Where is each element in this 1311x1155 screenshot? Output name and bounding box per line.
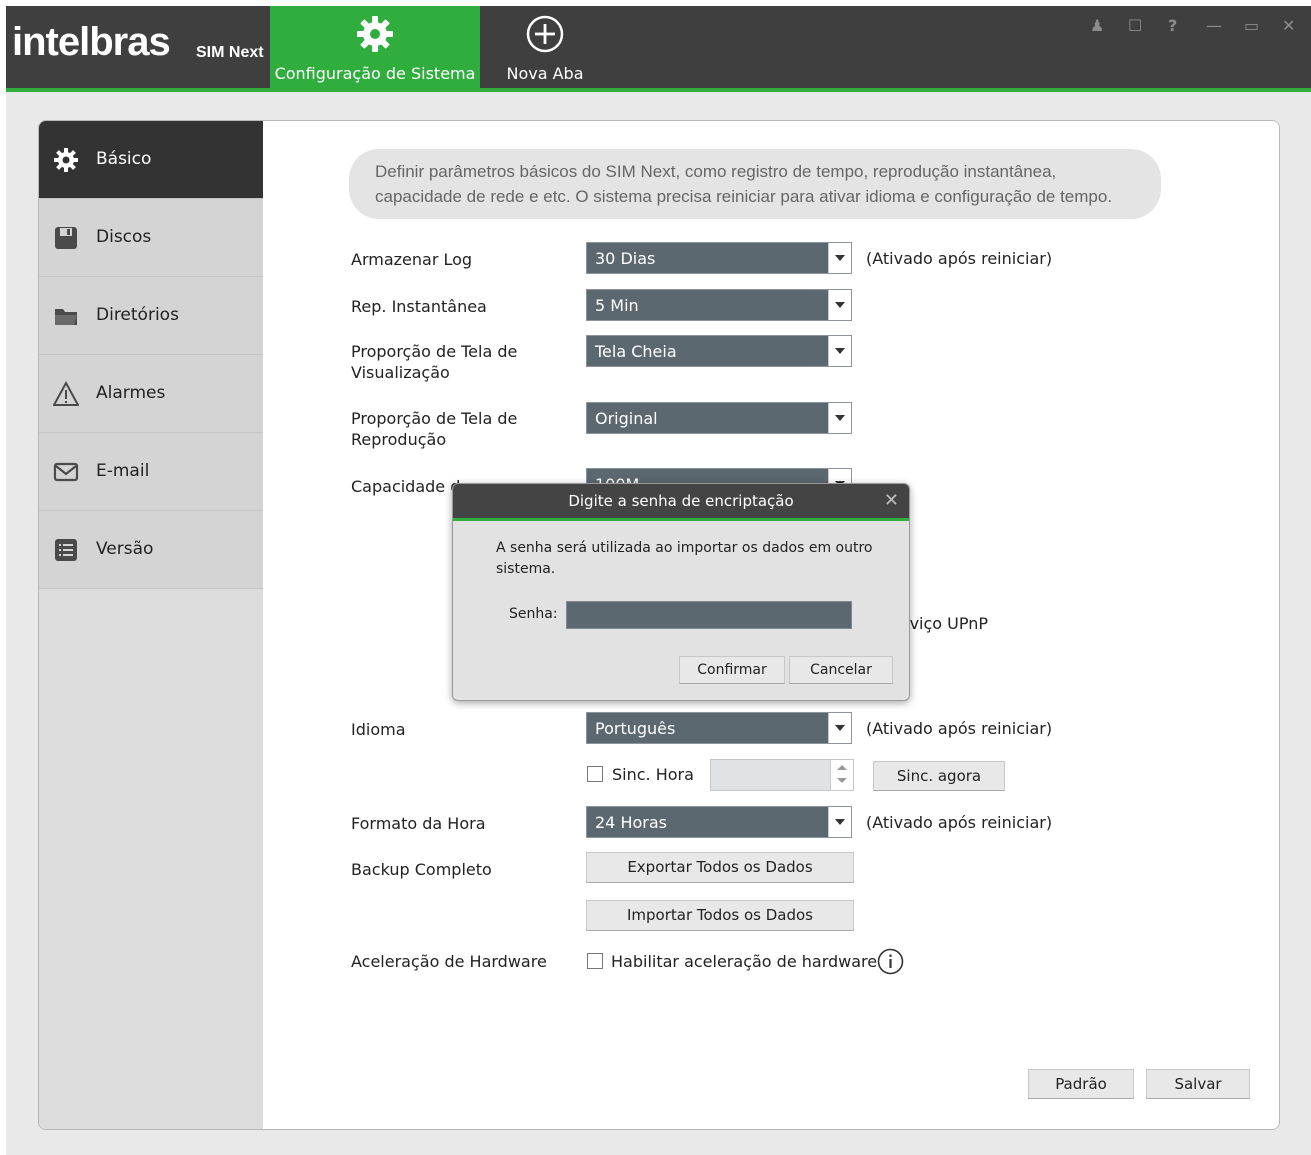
password-input[interactable]: [566, 601, 852, 629]
dialog-message: A senha será utilizada ao importar os da…: [496, 540, 873, 577]
hw-accel-label: Aceleração de Hardware: [351, 952, 547, 971]
chevron-down-icon[interactable]: [828, 403, 851, 433]
language-label: Idioma: [351, 720, 406, 739]
minimize-icon[interactable]: —: [1206, 16, 1222, 35]
chevron-down-icon[interactable]: [828, 713, 851, 743]
product-name: SIM Next: [196, 44, 264, 61]
select-value: Tela Cheia: [595, 342, 677, 361]
language-select[interactable]: Português: [586, 712, 852, 744]
hw-accel-checkbox[interactable]: [587, 953, 603, 969]
log-label: Armazenar Log: [351, 250, 473, 269]
app-window: intelbras SIM Next Configuração de Siste…: [6, 6, 1311, 1155]
plus-circle-icon: [526, 15, 564, 53]
sync-now-button[interactable]: Sinc. agora: [873, 761, 1005, 791]
chevron-down-icon[interactable]: [828, 807, 851, 837]
logo: intelbras: [12, 20, 171, 64]
list-icon: [55, 539, 77, 561]
sidebar-item-diretorios[interactable]: Diretórios: [39, 277, 263, 355]
close-icon[interactable]: ✕: [1282, 16, 1295, 35]
dialog-header: Digite a senha de encriptação ✕: [453, 484, 909, 518]
cancel-button[interactable]: Cancelar: [789, 656, 893, 684]
log-select[interactable]: 30 Dias: [586, 242, 852, 274]
encryption-password-dialog: Digite a senha de encriptação ✕ A senha …: [452, 483, 910, 701]
top-bar: intelbras SIM Next Configuração de Siste…: [6, 6, 1311, 88]
instant-select[interactable]: 5 Min: [586, 289, 852, 321]
sidebar-item-label: Diretórios: [96, 305, 179, 325]
user-icon[interactable]: ♟: [1090, 16, 1104, 35]
sidebar: Básico Discos Diretórios Alarmes E-mail …: [39, 121, 264, 1129]
select-value: Português: [595, 719, 676, 738]
chevron-up-icon[interactable]: [837, 765, 847, 770]
close-icon[interactable]: ✕: [884, 490, 899, 511]
chevron-down-icon[interactable]: [828, 290, 851, 320]
sidebar-item-label: E-mail: [96, 461, 150, 481]
select-value: 5 Min: [595, 296, 639, 315]
view-ratio-select[interactable]: Tela Cheia: [586, 335, 852, 367]
capacity-label: Capacidade d: [351, 477, 461, 496]
upnp-label: rviço UPnP: [903, 614, 989, 633]
backup-label: Backup Completo: [351, 860, 492, 879]
sidebar-item-basico[interactable]: Básico: [39, 121, 263, 199]
select-value: 24 Horas: [595, 813, 667, 832]
restart-note: (Ativado após reiniciar): [866, 249, 1053, 268]
chevron-down-icon[interactable]: [828, 336, 851, 366]
description-box: Definir parâmetros básicos do SIM Next, …: [349, 149, 1161, 219]
sidebar-item-discos[interactable]: Discos: [39, 199, 263, 277]
select-value: 30 Dias: [595, 249, 656, 268]
password-label: Senha:: [509, 606, 558, 622]
mail-icon: [53, 462, 79, 482]
sidebar-item-label: Versão: [96, 539, 154, 559]
time-format-select[interactable]: 24 Horas: [586, 806, 852, 838]
maximize-icon[interactable]: ▭: [1244, 16, 1259, 35]
view-ratio-label: Proporção de Tela de Visualização: [351, 342, 518, 382]
folder-icon: [55, 309, 77, 325]
sidebar-item-alarmes[interactable]: Alarmes: [39, 355, 263, 433]
gear-icon: [54, 148, 78, 172]
gear-icon: [357, 16, 393, 52]
tab-label: Configuração de Sistema: [274, 64, 476, 83]
time-format-label: Formato da Hora: [351, 814, 486, 833]
sidebar-item-versao[interactable]: Versão: [39, 511, 263, 589]
save-button[interactable]: Salvar: [1146, 1069, 1250, 1099]
chevron-down-icon[interactable]: [837, 778, 847, 783]
tab-nova-aba[interactable]: Nova Aba: [480, 6, 610, 88]
help-icon[interactable]: ?: [1168, 16, 1177, 35]
select-value: Original: [595, 409, 658, 428]
hw-accel-checkbox-label: Habilitar aceleração de hardware: [611, 952, 878, 971]
play-ratio-select[interactable]: Original: [586, 402, 852, 434]
disk-icon: [55, 227, 77, 249]
default-button[interactable]: Padrão: [1028, 1069, 1134, 1099]
tab-label: Nova Aba: [506, 64, 584, 83]
export-all-button[interactable]: Exportar Todos os Dados: [586, 852, 854, 883]
top-bar-accent: [6, 88, 1311, 92]
import-all-button[interactable]: Importar Todos os Dados: [586, 900, 854, 931]
restart-note: (Ativado após reiniciar): [866, 719, 1053, 738]
sidebar-item-email[interactable]: E-mail: [39, 433, 263, 511]
sidebar-item-label: Alarmes: [96, 383, 166, 403]
chevron-down-icon[interactable]: [828, 243, 851, 273]
confirm-button[interactable]: Confirmar: [679, 656, 785, 684]
instant-label: Rep. Instantânea: [351, 297, 487, 316]
tab-configuracao-sistema[interactable]: Configuração de Sistema: [270, 6, 480, 88]
warning-icon: [53, 381, 79, 406]
lock-icon[interactable]: ☐: [1128, 16, 1142, 35]
play-ratio-label: Proporção de Tela de Reprodução: [351, 409, 518, 449]
info-icon[interactable]: [877, 948, 904, 975]
sync-time-label: Sinc. Hora: [612, 765, 694, 784]
sync-time-stepper[interactable]: [710, 759, 854, 791]
dialog-accent: [453, 518, 909, 521]
stepper-arrows[interactable]: [830, 760, 853, 790]
restart-note: (Ativado após reiniciar): [866, 813, 1053, 832]
sidebar-item-label: Básico: [96, 149, 152, 169]
sidebar-item-label: Discos: [96, 227, 152, 247]
sync-time-checkbox[interactable]: [587, 766, 603, 782]
dialog-title: Digite a senha de encriptação: [568, 492, 794, 510]
